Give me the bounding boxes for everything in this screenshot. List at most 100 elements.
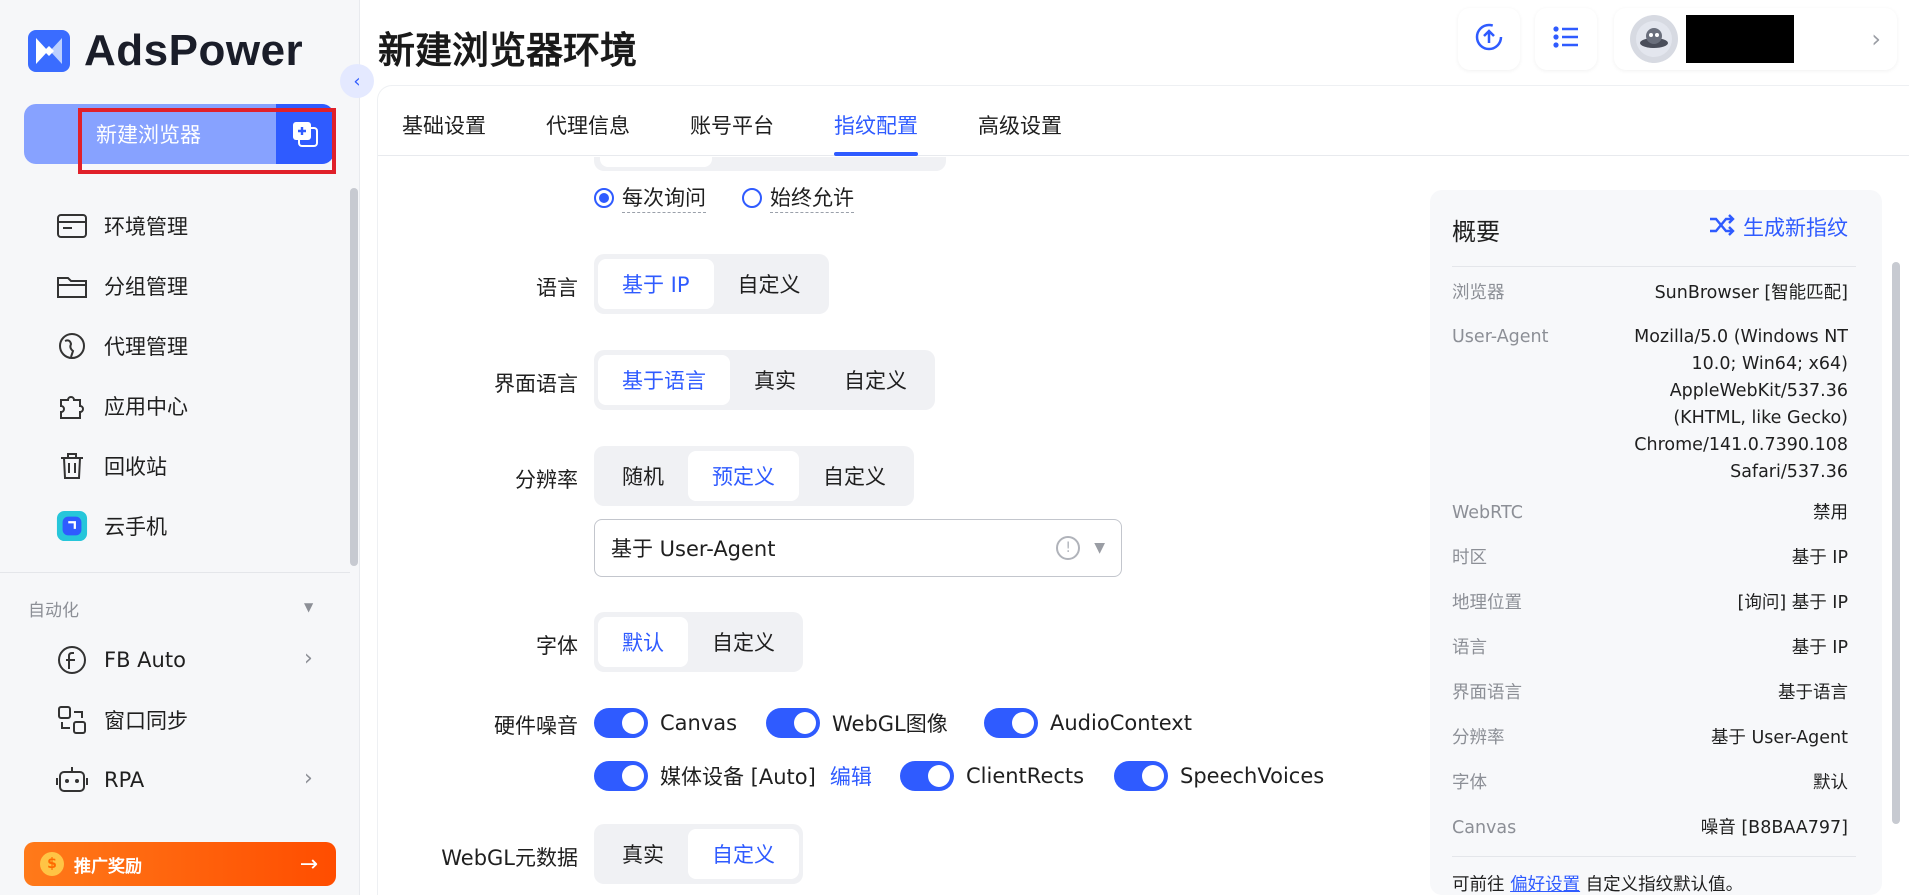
hardware-noise-label: 硬件噪音 bbox=[494, 714, 578, 738]
chevron-right-icon: › bbox=[304, 646, 313, 671]
sidebar-item-label: 回收站 bbox=[104, 455, 167, 479]
promo-reward-banner[interactable]: $ 推广奖励 → bbox=[24, 842, 336, 886]
toggle-switch-on bbox=[1114, 761, 1168, 791]
radio-label: 每次询问 bbox=[622, 182, 706, 213]
resolution-select[interactable]: 基于 User-Agent ! ▼ bbox=[594, 519, 1122, 577]
proxy-icon bbox=[56, 330, 88, 362]
preferences-link[interactable]: 偏好设置 bbox=[1510, 875, 1580, 895]
overview-key: 浏览器 bbox=[1452, 283, 1505, 303]
radio-unselected-icon bbox=[742, 187, 762, 208]
webgl-metadata-segmented-control: 真实 自定义 bbox=[594, 824, 803, 884]
caret-down-icon[interactable]: ▼ bbox=[304, 600, 313, 614]
sidebar-item-window-sync[interactable]: 窗口同步 bbox=[56, 698, 336, 742]
sidebar-item-apps[interactable]: 应用中心 bbox=[56, 384, 336, 428]
user-account-menu[interactable]: › bbox=[1614, 8, 1897, 70]
radio-ask-every-time[interactable]: 每次询问 bbox=[594, 182, 706, 213]
task-list-button[interactable] bbox=[1535, 8, 1597, 70]
font-label: 字体 bbox=[536, 634, 578, 658]
facebook-icon bbox=[56, 644, 88, 676]
resolution-option-custom[interactable]: 自定义 bbox=[799, 451, 910, 501]
overview-key: 界面语言 bbox=[1452, 683, 1522, 703]
overview-title: 概要 bbox=[1452, 218, 1500, 246]
overview-key: 字体 bbox=[1452, 773, 1487, 793]
overview-row-timezone: 时区 基于 IP bbox=[1452, 545, 1848, 572]
info-icon[interactable]: ! bbox=[1056, 536, 1081, 560]
toggle-label: WebGL图像 bbox=[832, 712, 948, 736]
overview-key: WebRTC bbox=[1452, 503, 1523, 523]
overview-key: Canvas bbox=[1452, 818, 1517, 838]
divider bbox=[0, 572, 350, 573]
ui-language-segmented-control: 基于语言 真实 自定义 bbox=[594, 350, 935, 410]
coin-icon: $ bbox=[40, 852, 64, 876]
sidebar-item-fb-auto[interactable]: FB Auto bbox=[56, 638, 336, 682]
tab-basic-settings[interactable]: 基础设置 bbox=[402, 110, 486, 140]
tab-account-platform[interactable]: 账号平台 bbox=[690, 110, 774, 140]
app-name: AdsPower bbox=[84, 26, 304, 75]
font-segmented-control: 默认 自定义 bbox=[594, 612, 803, 672]
toggle-clientrects[interactable]: ClientRects bbox=[900, 761, 1084, 791]
toggle-speechvoices[interactable]: SpeechVoices bbox=[1114, 761, 1324, 791]
tab-proxy-info[interactable]: 代理信息 bbox=[546, 110, 630, 140]
sidebar-item-label: 环境管理 bbox=[104, 215, 188, 239]
overview-value: 噪音 [B8BAA797] bbox=[1700, 818, 1848, 838]
page-title: 新建浏览器环境 bbox=[378, 29, 637, 72]
sidebar-item-proxy[interactable]: 代理管理 bbox=[56, 324, 336, 368]
automation-section-title: 自动化 bbox=[28, 601, 79, 621]
tab-advanced-settings[interactable]: 高级设置 bbox=[978, 110, 1062, 140]
radio-label: 始终允许 bbox=[770, 182, 854, 213]
ui-language-option-custom[interactable]: 自定义 bbox=[820, 355, 931, 405]
font-option-custom[interactable]: 自定义 bbox=[688, 617, 799, 667]
trash-icon bbox=[56, 450, 88, 482]
toggle-webgl-image[interactable]: WebGL图像 bbox=[766, 708, 948, 738]
sidebar-item-cloud-phone[interactable]: 云手机 bbox=[56, 504, 336, 548]
toggle-switch-on bbox=[594, 708, 648, 738]
sidebar-scrollbar[interactable] bbox=[350, 188, 358, 566]
tab-bar: 基础设置 代理信息 账号平台 指纹配置 高级设置 bbox=[378, 86, 1909, 156]
overview-value: Mozilla/5.0 (Windows NT 10.0; Win64; x64… bbox=[1634, 327, 1848, 482]
overview-row-ui-language: 界面语言 基于语言 bbox=[1452, 680, 1848, 707]
avatar bbox=[1630, 15, 1678, 63]
language-option-ip[interactable]: 基于 IP bbox=[598, 259, 714, 309]
overview-scrollbar[interactable] bbox=[1892, 262, 1900, 824]
add-browser-icon[interactable] bbox=[276, 104, 334, 164]
generate-fingerprint-label: 生成新指纹 bbox=[1743, 216, 1848, 240]
sidebar-item-trash[interactable]: 回收站 bbox=[56, 444, 336, 488]
toggle-audiocontext[interactable]: AudioContext bbox=[984, 708, 1192, 738]
language-option-custom[interactable]: 自定义 bbox=[714, 259, 825, 309]
sidebar-item-label: RPA bbox=[104, 768, 145, 792]
tab-fingerprint-config[interactable]: 指纹配置 bbox=[834, 110, 918, 140]
language-label: 语言 bbox=[536, 276, 578, 300]
sidebar-item-groups[interactable]: 分组管理 bbox=[56, 264, 336, 308]
new-browser-button[interactable]: 新建浏览器 bbox=[24, 104, 334, 164]
overview-key: 时区 bbox=[1452, 548, 1487, 568]
sidebar-item-environment[interactable]: 环境管理 bbox=[56, 204, 336, 248]
folder-icon bbox=[56, 270, 88, 302]
radio-always-allow[interactable]: 始终允许 bbox=[742, 182, 854, 213]
overview-value: 基于 User-Agent bbox=[1710, 728, 1848, 748]
toggle-canvas[interactable]: Canvas bbox=[594, 708, 737, 738]
overview-row-webrtc: WebRTC 禁用 bbox=[1452, 500, 1848, 527]
resolution-option-random[interactable]: 随机 bbox=[598, 451, 688, 501]
ui-language-option-real[interactable]: 真实 bbox=[730, 355, 820, 405]
font-option-default[interactable]: 默认 bbox=[598, 617, 688, 667]
toggle-media-devices[interactable]: 媒体设备 [Auto] 编辑 bbox=[594, 761, 872, 791]
webgl-option-custom[interactable]: 自定义 bbox=[688, 829, 799, 879]
sidebar: AdsPower 新建浏览器 环境管理 分组管理 代理管理 应用中心 回收站 云… bbox=[0, 0, 360, 895]
overview-row-canvas: Canvas 噪音 [B8BAA797] bbox=[1452, 815, 1848, 842]
resolution-option-predefined[interactable]: 预定义 bbox=[688, 451, 799, 501]
webgl-metadata-label: WebGL元数据 bbox=[441, 846, 578, 870]
sync-upload-button[interactable] bbox=[1458, 8, 1520, 70]
sidebar-item-rpa[interactable]: RPA bbox=[56, 758, 336, 802]
webgl-option-real[interactable]: 真实 bbox=[598, 829, 688, 879]
window-sync-icon bbox=[56, 704, 88, 736]
collapse-sidebar-button[interactable]: ‹ bbox=[340, 64, 374, 98]
toggle-switch-on bbox=[984, 708, 1038, 738]
overview-key: 地理位置 bbox=[1452, 593, 1522, 613]
generate-fingerprint-button[interactable]: 生成新指纹 bbox=[1709, 212, 1848, 242]
overview-value: 默认 bbox=[1813, 773, 1848, 793]
chevron-right-icon: › bbox=[304, 766, 313, 791]
sidebar-item-label: FB Auto bbox=[104, 648, 186, 672]
edit-media-devices-link[interactable]: 编辑 bbox=[830, 761, 872, 791]
ui-language-label: 界面语言 bbox=[494, 372, 578, 396]
ui-language-option-based-on-language[interactable]: 基于语言 bbox=[598, 355, 730, 405]
